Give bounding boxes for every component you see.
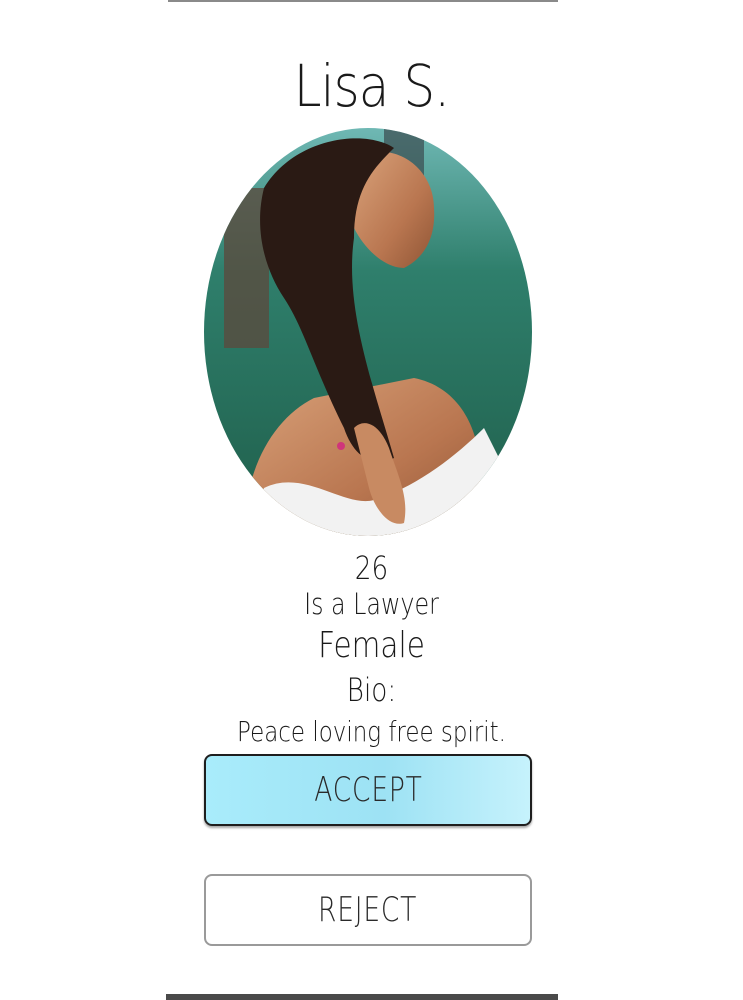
profile-card: Lisa S. 26 Is a Lawyer Female Bio: Peace…	[0, 0, 743, 1000]
bottom-navigation-bar	[166, 994, 558, 1000]
bio-text: Peace loving free spirit.	[237, 715, 506, 748]
profile-age: 26	[354, 549, 389, 587]
profile-occupation: Is a Lawyer	[304, 587, 439, 621]
profile-name: Lisa S.	[293, 52, 450, 120]
bio-label: Bio:	[346, 671, 397, 709]
profile-photo-image	[204, 128, 532, 536]
reject-button[interactable]: REJECT	[204, 874, 532, 946]
reject-button-label: REJECT	[318, 890, 418, 930]
accept-button-label: ACCEPT	[313, 770, 423, 810]
accept-button[interactable]: ACCEPT	[204, 754, 532, 826]
profile-gender: Female	[318, 625, 425, 666]
profile-photo[interactable]	[204, 128, 532, 536]
